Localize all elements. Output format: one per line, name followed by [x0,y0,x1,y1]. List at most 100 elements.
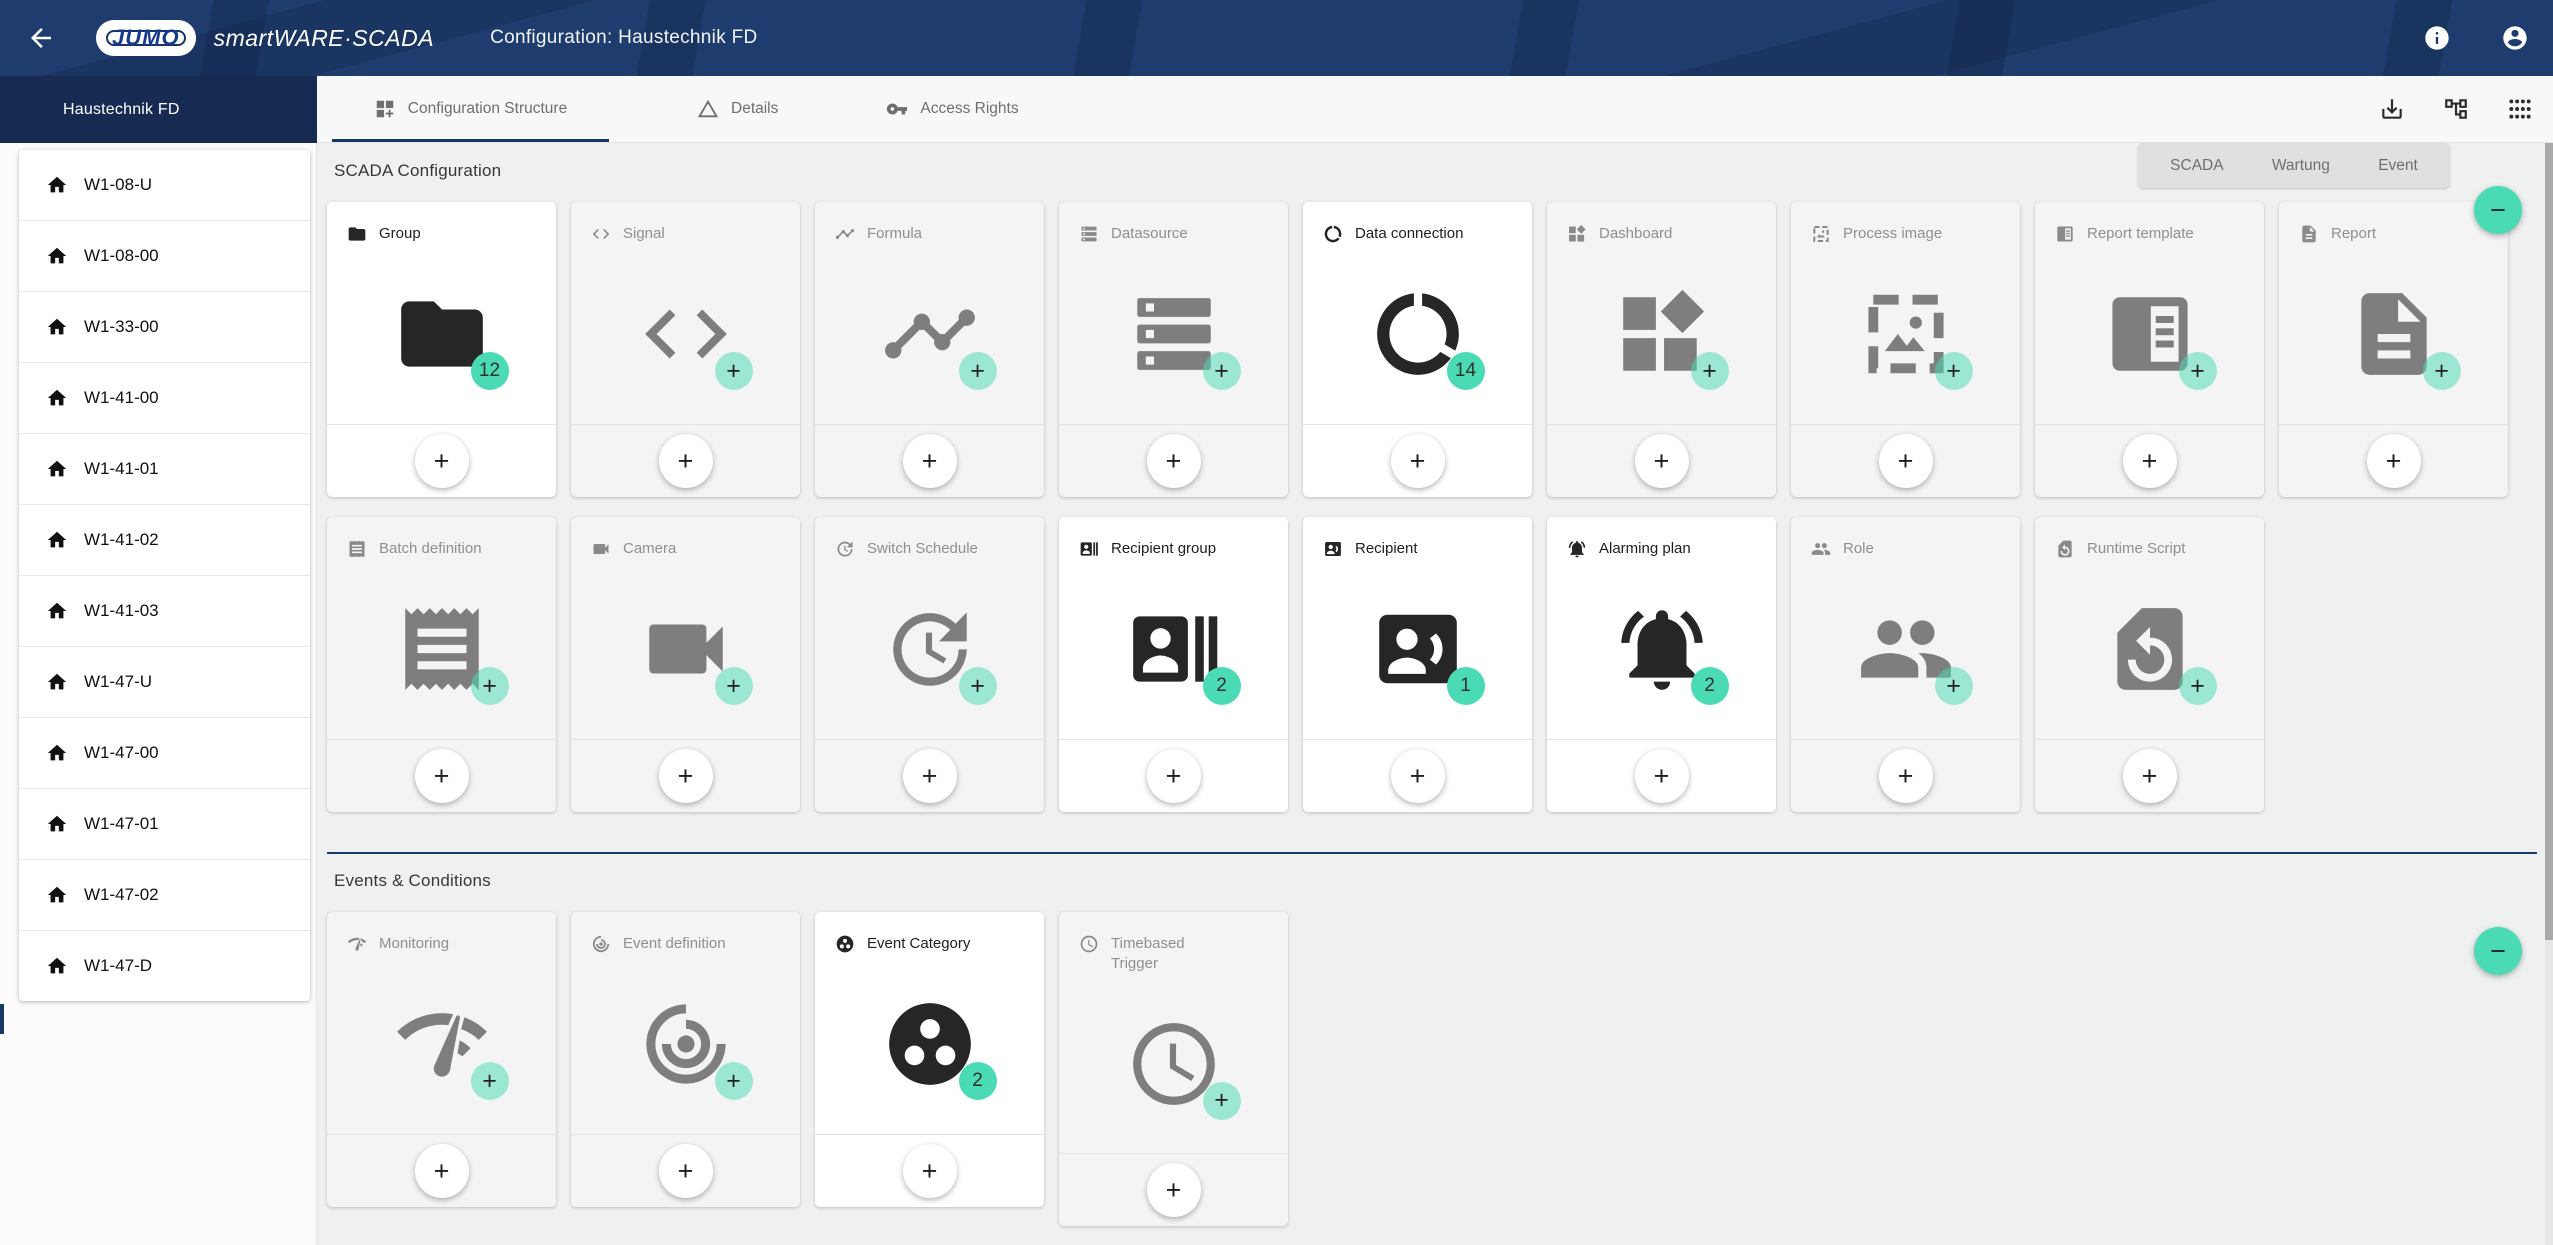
count-badge: 2 [1203,667,1241,705]
add-badge[interactable]: + [1691,352,1729,390]
card-monitoring[interactable]: Monitoring++ [327,912,556,1207]
add-badge[interactable]: + [715,352,753,390]
card-label: Batch definition [379,539,482,559]
card-footer: + [1791,424,2020,497]
card-role[interactable]: Role++ [1791,517,2020,812]
card-runtime-script[interactable]: Runtime Script++ [2035,517,2264,812]
sidebar-item-w1-41-01[interactable]: W1-41-01 [19,434,310,505]
add-badge[interactable]: + [2179,667,2217,705]
card-switch-schedule[interactable]: Switch Schedule++ [815,517,1044,812]
card-label: Event definition [623,934,726,954]
card-camera[interactable]: Camera++ [571,517,800,812]
card-dashboard[interactable]: Dashboard++ [1547,202,1776,497]
collapse-section-button[interactable]: − [2474,186,2522,234]
card-footer: + [1059,739,1288,812]
add-button[interactable]: + [1147,434,1201,488]
sidebar-item-w1-47-00[interactable]: W1-47-00 [19,718,310,789]
card-body: 12 [327,244,556,424]
add-badge[interactable]: + [1935,667,1973,705]
add-button[interactable]: + [1147,1163,1201,1217]
add-button[interactable]: + [2367,434,2421,488]
back-arrow-icon[interactable] [26,23,56,53]
card-event-category[interactable]: Event Category2+ [815,912,1044,1207]
add-button[interactable]: + [1879,749,1933,803]
card-data-connection[interactable]: Data connection14+ [1303,202,1532,497]
add-button[interactable]: + [903,749,957,803]
card-process-image[interactable]: Process image++ [1791,202,2020,497]
sidebar-item-w1-08-00[interactable]: W1-08-00 [19,221,310,292]
add-badge[interactable]: + [471,1062,509,1100]
add-button[interactable]: + [1879,434,1933,488]
card-event-definition[interactable]: Event definition + + [571,912,800,1207]
sidebar-item-w1-41-00[interactable]: W1-41-00 [19,363,310,434]
add-button[interactable]: + [903,1144,957,1198]
download-icon[interactable] [2379,96,2405,122]
sidebar-item-w1-33-00[interactable]: W1-33-00 [19,292,310,363]
add-button[interactable]: + [1147,749,1201,803]
add-badge[interactable]: + [1203,1082,1241,1120]
left-scroll-indicator[interactable] [0,1004,4,1034]
add-button[interactable]: + [659,1144,713,1198]
collapse-section-button[interactable]: − [2474,927,2522,975]
tab-details[interactable]: Details [667,76,808,142]
card-report[interactable]: Report++ [2279,202,2508,497]
scrollbar-track[interactable] [2545,143,2553,1245]
view-option-scada[interactable]: SCADA [2164,157,2229,175]
add-badge[interactable]: + [959,667,997,705]
dashboard-icon [1567,224,1587,244]
add-button[interactable]: + [1635,434,1689,488]
info-icon[interactable] [2423,24,2451,52]
view-option-wartung[interactable]: Wartung [2266,157,2336,175]
view-option-event[interactable]: Event [2372,157,2424,175]
card-label: Alarming plan [1599,539,1691,559]
sidebar-item-w1-41-03[interactable]: W1-41-03 [19,576,310,647]
card-formula[interactable]: Formula++ [815,202,1044,497]
add-badge[interactable]: + [715,667,753,705]
sidebar-item-w1-41-02[interactable]: W1-41-02 [19,505,310,576]
add-button[interactable]: + [1391,434,1445,488]
tab-label: Access Rights [920,100,1018,118]
add-button[interactable]: + [659,749,713,803]
card-alarming-plan[interactable]: Alarming plan2+ [1547,517,1776,812]
add-badge[interactable]: + [471,667,509,705]
tab-access-rights[interactable]: Access Rights [856,76,1048,142]
sidebar-item-w1-08-u[interactable]: W1-08-U [19,150,310,221]
card-recipient[interactable]: Recipient1+ [1303,517,1532,812]
card-label: Timebased Trigger [1111,934,1203,974]
sidebar-item-w1-47-01[interactable]: W1-47-01 [19,789,310,860]
add-button[interactable]: + [415,749,469,803]
add-button[interactable]: + [659,434,713,488]
card-batch-definition[interactable]: Batch definition + + [327,517,556,812]
card-timebased-trigger[interactable]: Timebased Trigger + + [1059,912,1288,1226]
card-footer: + [327,1134,556,1207]
apps-grid-icon[interactable] [2507,96,2533,122]
add-badge[interactable]: + [2423,352,2461,390]
add-button[interactable]: + [2123,749,2177,803]
card-body: + [327,954,556,1134]
add-button[interactable]: + [1635,749,1689,803]
tab-bar: Configuration Structure Details Access R… [317,76,2553,143]
add-badge[interactable]: + [2179,352,2217,390]
add-badge[interactable]: + [1935,352,1973,390]
add-button[interactable]: + [1391,749,1445,803]
add-button[interactable]: + [903,434,957,488]
sidebar-item-w1-47-d[interactable]: W1-47-D [19,931,310,1001]
add-button[interactable]: + [415,1144,469,1198]
tab-configuration-structure[interactable]: Configuration Structure [332,76,609,142]
sidebar-item-label: W1-47-D [84,956,152,976]
scrollbar-thumb[interactable] [2545,143,2553,940]
card-recipient-group[interactable]: Recipient group2+ [1059,517,1288,812]
add-button[interactable]: + [415,434,469,488]
add-button[interactable]: + [2123,434,2177,488]
card-datasource[interactable]: Datasource++ [1059,202,1288,497]
tree-icon[interactable] [2443,96,2469,122]
sidebar-item-w1-47-02[interactable]: W1-47-02 [19,860,310,931]
add-badge[interactable]: + [715,1062,753,1100]
card-group[interactable]: Group12+ [327,202,556,497]
card-report-template[interactable]: Report template++ [2035,202,2264,497]
sidebar-item-w1-47-u[interactable]: W1-47-U [19,647,310,718]
add-badge[interactable]: + [1203,352,1241,390]
account-icon[interactable] [2501,24,2529,52]
add-badge[interactable]: + [959,352,997,390]
card-signal[interactable]: Signal++ [571,202,800,497]
